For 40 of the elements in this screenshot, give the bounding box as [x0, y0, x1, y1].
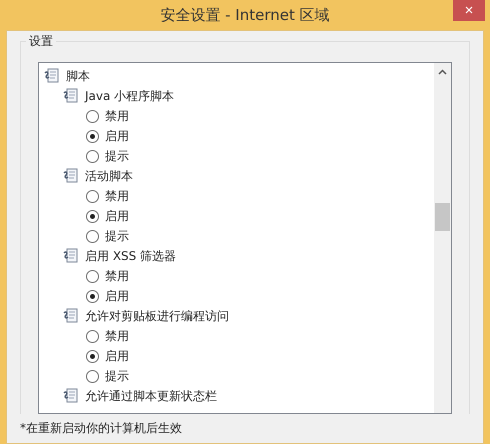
- option-label: 禁用: [105, 108, 129, 124]
- setting-label: 允许通过脚本更新状态栏: [85, 388, 217, 404]
- option-label: 启用: [105, 208, 129, 224]
- window-title: 安全设置 - Internet 区域: [160, 6, 330, 24]
- radio-button[interactable]: [86, 350, 99, 362]
- radio-button[interactable]: [86, 210, 99, 222]
- radio-button[interactable]: [86, 130, 99, 142]
- option-label: 提示: [105, 228, 129, 244]
- script-icon: [63, 248, 79, 264]
- setting-label: 活动脚本: [85, 168, 133, 184]
- option-label: 提示: [105, 368, 129, 384]
- radio-button[interactable]: [86, 230, 99, 242]
- close-button[interactable]: ×: [453, 0, 485, 21]
- scroll-up-icon[interactable]: [438, 69, 447, 75]
- option-label: 启用: [105, 288, 129, 304]
- tree-item[interactable]: 脚本: [66, 68, 90, 84]
- option-label: 禁用: [105, 328, 129, 344]
- setting-label: Java 小程序脚本: [85, 88, 174, 104]
- script-icon: [63, 388, 79, 404]
- script-icon: [63, 88, 79, 104]
- radio-button[interactable]: [86, 270, 99, 282]
- radio-button[interactable]: [86, 370, 99, 382]
- script-icon: [63, 308, 79, 324]
- option-label: 启用: [105, 348, 129, 364]
- option-label: 提示: [105, 148, 129, 164]
- setting-label: 允许对剪贴板进行编程访问: [85, 308, 229, 324]
- radio-button[interactable]: [86, 290, 99, 302]
- radio-button[interactable]: [86, 150, 99, 162]
- option-label: 禁用: [105, 188, 129, 204]
- note-text: *在重新启动你的计算机后生效: [20, 420, 183, 437]
- script-icon: [44, 68, 60, 84]
- radio-button[interactable]: [86, 330, 99, 342]
- script-icon: [63, 168, 79, 184]
- radio-button[interactable]: [86, 190, 99, 202]
- option-label: 禁用: [105, 268, 129, 284]
- scroll-thumb[interactable]: [435, 203, 450, 231]
- scrollbar[interactable]: [434, 63, 451, 413]
- radio-button[interactable]: [86, 110, 99, 122]
- setting-label: 启用 XSS 筛选器: [85, 248, 176, 264]
- option-label: 启用: [105, 128, 129, 144]
